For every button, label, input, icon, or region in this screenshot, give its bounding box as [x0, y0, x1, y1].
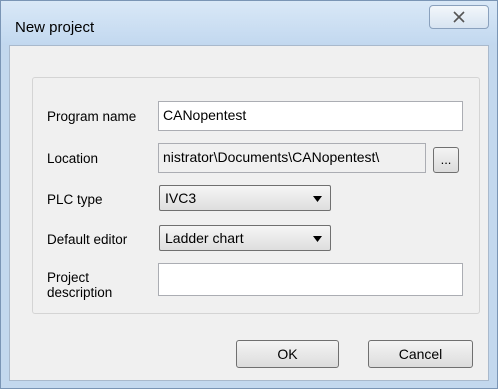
- location-label: Location: [47, 151, 99, 166]
- plc-type-value: IVC3: [165, 190, 197, 206]
- new-project-dialog: New project Program name CANopentest Loc…: [0, 0, 498, 389]
- chevron-down-icon: [313, 236, 322, 242]
- ok-button[interactable]: OK: [236, 340, 339, 368]
- project-description-label: Project description: [47, 270, 113, 300]
- title-bar: New project: [1, 1, 497, 45]
- dialog-body: Program name CANopentest Location nistra…: [9, 45, 489, 381]
- browse-button[interactable]: ...: [433, 147, 459, 173]
- default-editor-value: Ladder chart: [165, 230, 244, 246]
- cancel-button[interactable]: Cancel: [368, 340, 473, 368]
- chevron-down-icon: [313, 196, 322, 202]
- dialog-title: New project: [15, 19, 95, 36]
- program-name-input[interactable]: CANopentest: [158, 101, 463, 131]
- close-button[interactable]: [429, 5, 489, 29]
- plc-type-label: PLC type: [47, 192, 103, 207]
- location-input[interactable]: nistrator\Documents\CANopentest\: [158, 143, 426, 173]
- project-description-input[interactable]: [158, 263, 463, 296]
- close-icon: [453, 11, 465, 23]
- default-editor-select[interactable]: Ladder chart: [159, 225, 331, 251]
- program-name-label: Program name: [47, 109, 137, 124]
- plc-type-select[interactable]: IVC3: [159, 185, 331, 211]
- default-editor-label: Default editor: [47, 232, 128, 247]
